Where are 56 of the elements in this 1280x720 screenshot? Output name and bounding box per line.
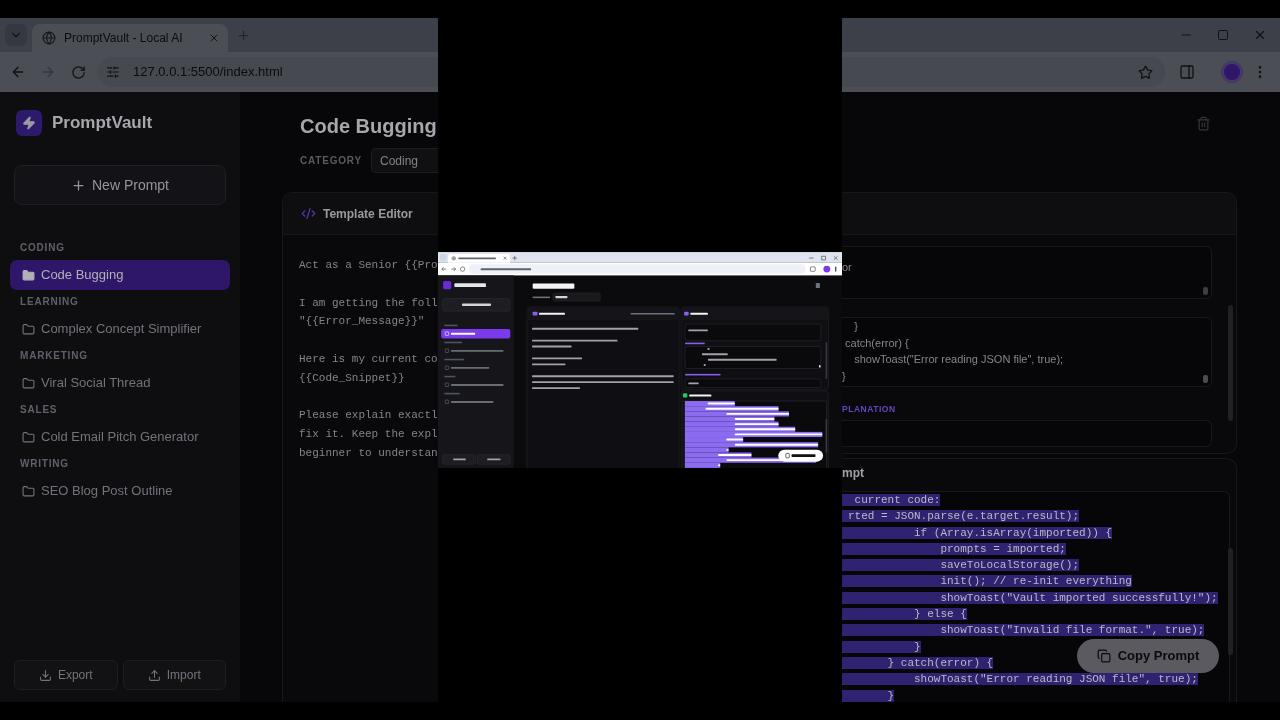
upload-icon (147, 668, 161, 682)
trash-icon (1195, 115, 1211, 131)
code-textarea[interactable]: } catch(error) { showToast("Error reading JSON file", true); } (842, 317, 1212, 387)
category-heading: MARKETING (19, 349, 89, 363)
prompt-list-item[interactable]: Complex Concept Simplifier (10, 314, 230, 344)
folder-icon (22, 484, 35, 498)
new-prompt-button[interactable]: New Prompt (14, 165, 226, 205)
copy-icon (1096, 649, 1111, 663)
code-icon (301, 206, 316, 221)
scroll-thumb[interactable] (1203, 287, 1208, 295)
scroll-thumb[interactable] (1203, 375, 1208, 383)
plus-icon (71, 177, 86, 193)
export-button[interactable]: Export (14, 660, 118, 690)
address-bar[interactable]: 127.0.0.1:5500/index.html (98, 57, 438, 87)
star-icon[interactable] (1138, 64, 1153, 80)
prompt-list-item[interactable]: Viral Social Thread (10, 368, 230, 398)
category-heading: CODING (19, 241, 66, 255)
import-button[interactable]: Import (122, 660, 226, 690)
category-heading: SALES (19, 403, 59, 417)
folder-icon (22, 376, 35, 390)
new-tab-icon[interactable] (236, 27, 251, 43)
logo-icon (16, 110, 42, 136)
category-field[interactable]: Coding (370, 148, 438, 173)
panel-title: Template Editor (323, 205, 413, 223)
address-bar[interactable] (842, 57, 1165, 87)
side-panel-icon[interactable] (1179, 64, 1195, 80)
sliders-icon[interactable] (106, 65, 120, 79)
tab-search-button[interactable] (5, 24, 27, 46)
browser-tab[interactable]: PromptVault - Local AI (32, 24, 228, 52)
prompt-title: Code Bugging (300, 114, 437, 139)
folder-icon (22, 268, 35, 282)
folder-icon (22, 322, 35, 336)
folder-icon (22, 430, 35, 444)
panel-title: mpt (842, 465, 864, 482)
prompt-list-item[interactable]: Code Bugging (10, 260, 230, 290)
variable-label: PLANATION (842, 403, 896, 416)
download-icon (38, 668, 52, 682)
category-label: CATEGORY (300, 154, 362, 168)
forward-arrow-icon[interactable] (40, 64, 56, 80)
template-textarea[interactable]: Act as a Senior {{Pro I am getting the foll "{{Error_Message}}" Here is my current co {{Code_Snippet}} Please explain exactl fix it. Keep the expl beginner to understan (283, 235, 438, 702)
close-icon[interactable] (1253, 28, 1267, 42)
globe-icon (42, 31, 56, 45)
category-heading: WRITING (19, 457, 70, 471)
delete-button[interactable] (1195, 115, 1211, 131)
close-tab-icon[interactable] (208, 32, 220, 44)
copy-prompt-button[interactable]: Copy Prompt (1077, 639, 1219, 673)
maximize-icon[interactable] (1217, 29, 1229, 41)
prompt-list-item[interactable]: SEO Blog Post Outline (10, 476, 230, 506)
prompt-list-item[interactable]: Cold Email Pitch Generator (10, 422, 230, 452)
scrollbar[interactable] (1228, 305, 1233, 421)
variable-textarea[interactable]: or (842, 246, 1212, 299)
avatar-icon[interactable] (1221, 61, 1243, 83)
reload-icon[interactable] (70, 64, 86, 80)
scrollbar[interactable] (1228, 548, 1233, 655)
category-heading: LEARNING (19, 295, 80, 309)
app-name: PromptVault (52, 112, 153, 134)
